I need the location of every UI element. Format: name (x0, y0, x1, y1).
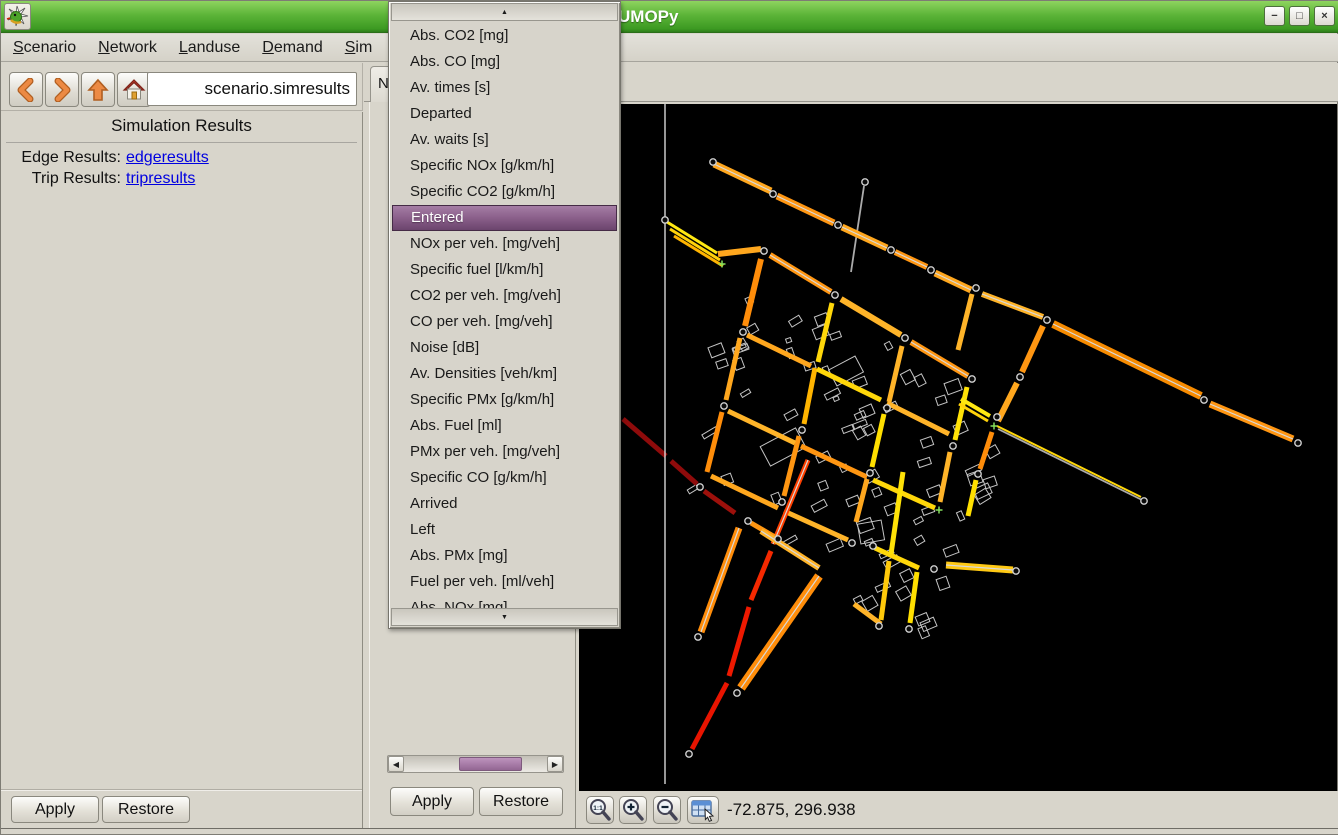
scroll-up-icon: ▲ (501, 9, 508, 16)
edit-table-button[interactable] (687, 796, 719, 824)
maximize-icon: □ (1296, 11, 1303, 22)
dropdown-item[interactable]: Abs. NOx [mg] (391, 595, 618, 608)
up-arrow-icon (86, 78, 110, 102)
restore-button-middle[interactable]: Restore (479, 787, 563, 816)
result-row: Edge Results: edgeresults (1, 149, 362, 167)
dropdown-item[interactable]: Arrived (391, 491, 618, 517)
zoom-out-button[interactable] (653, 796, 681, 824)
result-row: Trip Results: tripresults (1, 170, 362, 188)
dropdown-item[interactable]: Departed (391, 101, 618, 127)
forward-button[interactable] (45, 72, 79, 107)
zoom-in-icon (621, 798, 645, 822)
result-link[interactable]: edgeresults (126, 149, 209, 167)
close-icon: × (1321, 11, 1327, 22)
scroll-down-icon: ▼ (501, 614, 508, 621)
panel-divider (1, 789, 362, 790)
horizontal-scrollbar[interactable]: ◀ ▶ (387, 755, 564, 773)
zoom-fit-button[interactable]: 1:1 (586, 796, 614, 824)
path-field[interactable]: scenario.simresults (147, 72, 357, 106)
table-cursor-icon (690, 798, 716, 822)
cursor-coordinates: -72.875, 296.938 (727, 800, 856, 820)
dropdown-item[interactable]: Specific NOx [g/km/h] (391, 153, 618, 179)
scroll-left-arrow[interactable]: ◀ (388, 756, 404, 772)
menu-sim[interactable]: Sim (335, 36, 383, 60)
scroll-left-icon: ◀ (393, 760, 399, 769)
zoom-in-button[interactable] (619, 796, 647, 824)
window-title: UMOPy (618, 7, 678, 27)
menu-network[interactable]: Network (88, 36, 167, 60)
maximize-button[interactable]: □ (1289, 6, 1310, 26)
attribute-dropdown-popup: ▲ Abs. CO2 [mg]Abs. CO [mg]Av. times [s]… (388, 1, 621, 629)
result-label: Trip Results: (1, 170, 121, 188)
scroll-right-arrow[interactable]: ▶ (547, 756, 563, 772)
dropdown-item[interactable]: Av. waits [s] (391, 127, 618, 153)
minimize-button[interactable]: − (1264, 6, 1285, 26)
simulation-results-panel: Simulation Results Edge Results: edgeresu… (1, 112, 363, 830)
dropdown-scroll-down[interactable]: ▼ (391, 608, 618, 626)
dropdown-item[interactable]: Left (391, 517, 618, 543)
back-arrow-icon (15, 78, 37, 102)
dropdown-item[interactable]: Fuel per veh. [ml/veh] (391, 569, 618, 595)
dropdown-item[interactable]: Specific CO2 [g/km/h] (391, 179, 618, 205)
zoom-reset-label: 1:1 (593, 805, 603, 812)
dropdown-item[interactable]: CO per veh. [mg/veh] (391, 309, 618, 335)
app-icon (4, 3, 31, 30)
dropdown-item[interactable]: Abs. CO2 [mg] (391, 23, 618, 49)
up-button[interactable] (81, 72, 115, 107)
map-toolbar: 1:1 -72.875, 296.938 (577, 791, 1338, 830)
apply-button-middle[interactable]: Apply (390, 787, 474, 816)
dropdown-item[interactable]: PMx per veh. [mg/veh] (391, 439, 618, 465)
dropdown-item[interactable]: Av. Densities [veh/km] (391, 361, 618, 387)
result-link[interactable]: tripresults (126, 170, 195, 188)
apply-button[interactable]: Apply (11, 796, 99, 823)
results-rows: Edge Results: edgeresults Trip Results: tri… (1, 149, 362, 188)
home-icon (122, 78, 146, 102)
dropdown-item[interactable]: CO2 per veh. [mg/veh] (391, 283, 618, 309)
dropdown-item[interactable]: Abs. CO [mg] (391, 49, 618, 75)
zoom-out-icon (655, 798, 679, 822)
menu-bar: ScenarioNetworkLanduseDemandSim (1, 34, 1338, 62)
dropdown-item-list: Abs. CO2 [mg]Abs. CO [mg]Av. times [s]De… (391, 23, 618, 608)
title-rule (6, 142, 357, 143)
dropdown-item[interactable]: Abs. Fuel [ml] (391, 413, 618, 439)
back-button[interactable] (9, 72, 43, 107)
dropdown-item[interactable]: Specific CO [g/km/h] (391, 465, 618, 491)
map-roads (623, 164, 1293, 749)
title-bar[interactable]: UMOPy − □ × (1, 1, 1338, 33)
window-bottom-edge (1, 828, 1338, 834)
dropdown-item[interactable]: Noise [dB] (391, 335, 618, 361)
sumopy-window: { "window": { "title_visible": "UMOPy", … (0, 0, 1338, 835)
network-map (579, 104, 1337, 791)
map-canvas[interactable] (579, 104, 1337, 791)
sumopy-logo-icon (7, 6, 28, 26)
scrollbar-thumb[interactable] (459, 757, 522, 771)
dropdown-item[interactable]: Av. times [s] (391, 75, 618, 101)
result-label: Edge Results: (1, 149, 121, 167)
dropdown-item[interactable]: Entered (392, 205, 617, 231)
scroll-right-icon: ▶ (552, 760, 558, 769)
menu-landuse[interactable]: Landuse (169, 36, 250, 60)
restore-button[interactable]: Restore (102, 796, 190, 823)
forward-arrow-icon (51, 78, 73, 102)
dropdown-scroll-up[interactable]: ▲ (391, 3, 618, 21)
dropdown-item[interactable]: Abs. PMx [mg] (391, 543, 618, 569)
dropdown-item[interactable]: NOx per veh. [mg/veh] (391, 231, 618, 257)
menu-demand[interactable]: Demand (252, 36, 332, 60)
zoom-fit-icon: 1:1 (588, 798, 612, 822)
home-button[interactable] (117, 72, 151, 107)
navigation-toolbar: scenario.simresults (1, 63, 363, 111)
dropdown-item[interactable]: Specific PMx [g/km/h] (391, 387, 618, 413)
panel-title: Simulation Results (1, 112, 362, 136)
dropdown-item[interactable]: Specific fuel [l/km/h] (391, 257, 618, 283)
map-content (623, 104, 1301, 784)
minimize-icon: − (1271, 11, 1277, 22)
close-button[interactable]: × (1314, 6, 1335, 26)
menu-scenario[interactable]: Scenario (3, 36, 86, 60)
